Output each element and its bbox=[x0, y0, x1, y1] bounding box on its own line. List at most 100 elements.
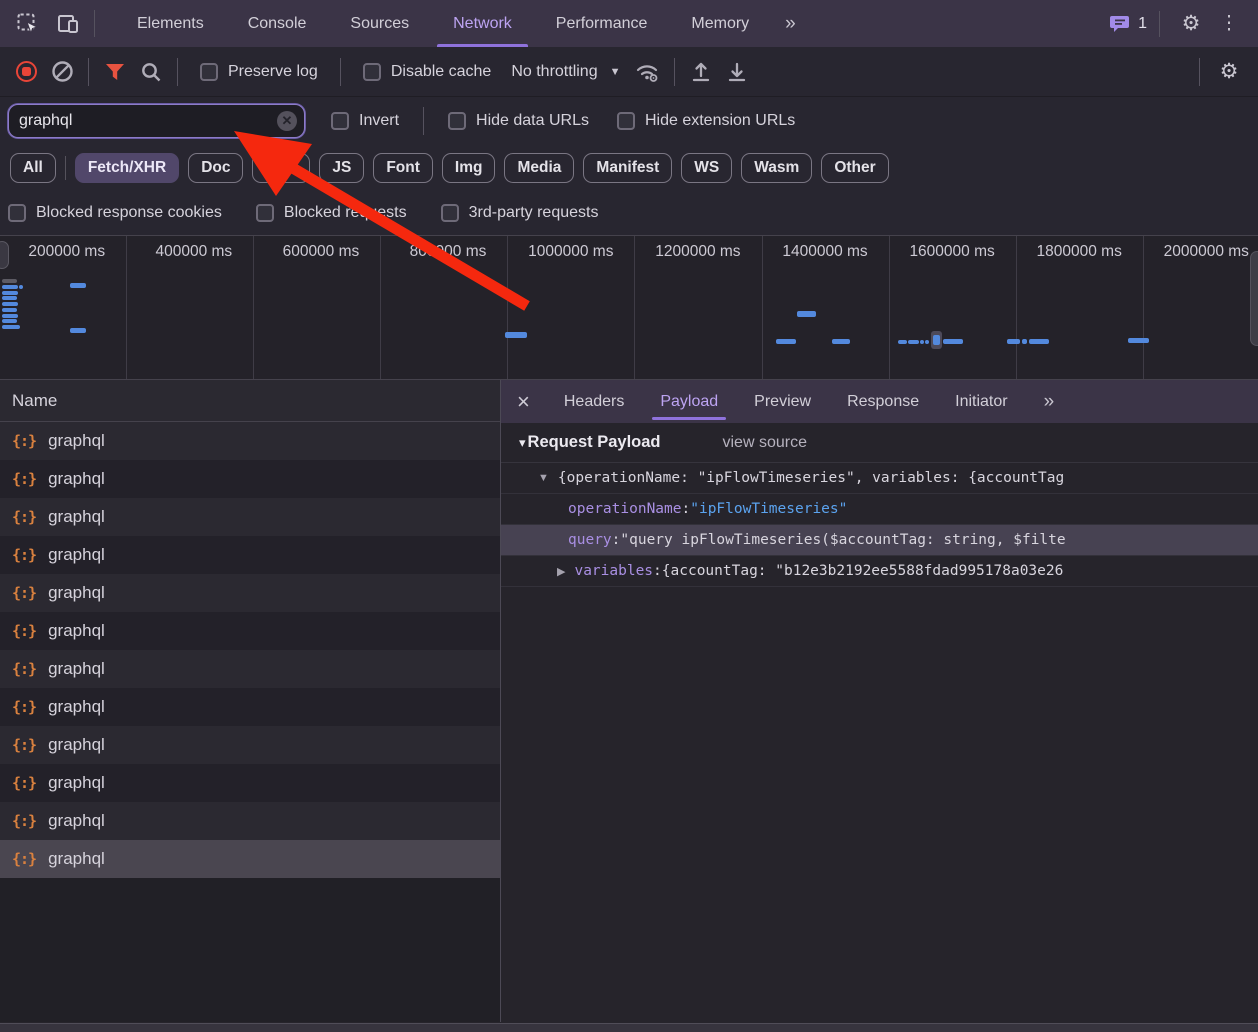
filter-chip-fetch-xhr[interactable]: Fetch/XHR bbox=[75, 153, 179, 183]
collapse-triangle-icon[interactable]: ▾ bbox=[519, 435, 526, 451]
divider bbox=[88, 58, 89, 86]
request-row[interactable]: {:}graphql bbox=[0, 764, 500, 802]
hide-data-urls-checkbox[interactable]: Hide data URLs bbox=[448, 112, 589, 130]
invert-label: Invert bbox=[359, 112, 399, 130]
filter-chip-css[interactable]: CSS bbox=[252, 153, 310, 183]
tab-elements[interactable]: Elements bbox=[115, 0, 226, 47]
filter-chip-wasm[interactable]: Wasm bbox=[741, 153, 812, 183]
settings-gear-icon[interactable]: ⚙ bbox=[1172, 11, 1210, 36]
filter-chip-all[interactable]: All bbox=[10, 153, 56, 183]
inspect-element-icon[interactable] bbox=[8, 0, 48, 47]
request-row[interactable]: {:}graphql bbox=[0, 536, 500, 574]
request-row[interactable]: {:}graphql bbox=[0, 650, 500, 688]
collapse-triangle-icon[interactable]: ▼ bbox=[538, 472, 549, 484]
request-row[interactable]: {:}graphql bbox=[0, 726, 500, 764]
filter-chip-ws[interactable]: WS bbox=[681, 153, 732, 183]
blocked-requests-checkbox[interactable]: Blocked requests bbox=[256, 204, 407, 222]
overview-left-handle[interactable] bbox=[0, 241, 9, 269]
preserve-log-checkbox[interactable]: Preserve log bbox=[200, 63, 318, 81]
checkbox-box[interactable] bbox=[331, 112, 349, 130]
detail-tab-response[interactable]: Response bbox=[829, 380, 937, 423]
checkbox-label: Blocked requests bbox=[284, 204, 407, 222]
hide-extension-urls-label: Hide extension URLs bbox=[645, 112, 795, 130]
request-row[interactable]: {:}graphql bbox=[0, 688, 500, 726]
network-overview-timeline[interactable]: 200000 ms400000 ms600000 ms800000 ms1000… bbox=[0, 235, 1258, 380]
filter-chip-doc[interactable]: Doc bbox=[188, 153, 243, 183]
tab-sources[interactable]: Sources bbox=[328, 0, 431, 47]
filter-chip-media[interactable]: Media bbox=[504, 153, 574, 183]
filter-chip-other[interactable]: Other bbox=[821, 153, 888, 183]
payload-plain-text: : bbox=[653, 563, 662, 579]
tab-memory[interactable]: Memory bbox=[669, 0, 771, 47]
waterfall-bar bbox=[832, 339, 850, 344]
filter-input[interactable] bbox=[8, 104, 305, 138]
request-row[interactable]: {:}graphql bbox=[0, 460, 500, 498]
waterfall-bar bbox=[2, 325, 20, 329]
filter-chip-font[interactable]: Font bbox=[373, 153, 433, 183]
filter-chip-manifest[interactable]: Manifest bbox=[583, 153, 672, 183]
clear-filter-icon[interactable]: ✕ bbox=[277, 111, 297, 131]
invert-checkbox[interactable]: Invert bbox=[331, 112, 399, 130]
3rd-party-requests-checkbox[interactable]: 3rd-party requests bbox=[441, 204, 599, 222]
detail-tab-headers[interactable]: Headers bbox=[546, 380, 642, 423]
blocked-response-cookies-checkbox[interactable]: Blocked response cookies bbox=[8, 204, 222, 222]
network-settings-gear-icon[interactable]: ⚙ bbox=[1210, 59, 1248, 84]
network-conditions-icon[interactable] bbox=[630, 54, 666, 90]
detail-tab-initiator[interactable]: Initiator bbox=[937, 380, 1025, 423]
waterfall-bar bbox=[2, 302, 18, 306]
more-panels-button[interactable]: » bbox=[771, 0, 808, 47]
filter-chip-js[interactable]: JS bbox=[319, 153, 364, 183]
tab-console[interactable]: Console bbox=[226, 0, 329, 47]
request-name: graphql bbox=[48, 545, 105, 565]
overview-right-scrollbar[interactable] bbox=[1250, 251, 1258, 346]
request-row[interactable]: {:}graphql bbox=[0, 802, 500, 840]
view-source-link[interactable]: view source bbox=[723, 434, 807, 452]
divider bbox=[94, 10, 95, 37]
tab-performance[interactable]: Performance bbox=[534, 0, 670, 47]
filter-funnel-icon[interactable] bbox=[97, 54, 133, 90]
issues-count: 1 bbox=[1138, 15, 1147, 33]
request-row[interactable]: {:}graphql bbox=[0, 574, 500, 612]
clear-network-log-icon[interactable] bbox=[44, 54, 80, 90]
throttling-select[interactable]: No throttling ▼ bbox=[511, 63, 620, 81]
waterfall-bar bbox=[2, 279, 17, 283]
checkbox-box[interactable] bbox=[441, 204, 459, 222]
name-column-header[interactable]: Name bbox=[0, 380, 500, 422]
hide-extension-urls-checkbox[interactable]: Hide extension URLs bbox=[617, 112, 795, 130]
import-har-icon[interactable] bbox=[683, 54, 719, 90]
payload-tree-row[interactable]: operationName: "ipFlowTimeseries" bbox=[501, 494, 1258, 525]
checkbox-box[interactable] bbox=[617, 112, 635, 130]
more-detail-tabs-button[interactable]: » bbox=[1026, 380, 1073, 423]
divider bbox=[177, 58, 178, 86]
device-toolbar-icon[interactable] bbox=[48, 0, 88, 47]
checkbox-box[interactable] bbox=[8, 204, 26, 222]
search-icon[interactable] bbox=[133, 54, 169, 90]
checkbox-box[interactable] bbox=[200, 63, 218, 81]
fetch-xhr-icon: {:} bbox=[12, 850, 36, 868]
expand-triangle-icon[interactable]: ▶ bbox=[557, 565, 565, 578]
export-har-icon[interactable] bbox=[719, 54, 755, 90]
record-network-log-button[interactable] bbox=[8, 54, 44, 90]
request-row[interactable]: {:}graphql bbox=[0, 422, 500, 460]
close-details-icon[interactable]: × bbox=[501, 380, 546, 423]
checkbox-box[interactable] bbox=[448, 112, 466, 130]
detail-tab-payload[interactable]: Payload bbox=[642, 380, 736, 423]
fetch-xhr-icon: {:} bbox=[12, 622, 36, 640]
request-row[interactable]: {:}graphql bbox=[0, 840, 500, 878]
request-row[interactable]: {:} graphql bbox=[0, 612, 500, 650]
payload-tree-row[interactable]: query: "query ipFlowTimeseries($accountT… bbox=[501, 525, 1258, 556]
issues-button[interactable]: 1 bbox=[1110, 14, 1147, 34]
filter-chip-img[interactable]: Img bbox=[442, 153, 496, 183]
detail-tab-preview[interactable]: Preview bbox=[736, 380, 829, 423]
kebab-menu-icon[interactable]: ⋮ bbox=[1210, 12, 1248, 35]
payload-key-text: variables bbox=[574, 563, 653, 579]
payload-tree-row[interactable]: ▼{operationName: "ipFlowTimeseries", var… bbox=[501, 463, 1258, 494]
checkbox-box[interactable] bbox=[256, 204, 274, 222]
checkbox-box[interactable] bbox=[363, 63, 381, 81]
payload-tree-row[interactable]: ▶variables: {accountTag: "b12e3b2192ee55… bbox=[501, 556, 1258, 587]
tab-network[interactable]: Network bbox=[431, 0, 534, 47]
request-row[interactable]: {:}graphql bbox=[0, 498, 500, 536]
waterfall-bar bbox=[1007, 339, 1020, 344]
request-name: graphql bbox=[48, 621, 105, 641]
disable-cache-checkbox[interactable]: Disable cache bbox=[363, 63, 492, 81]
